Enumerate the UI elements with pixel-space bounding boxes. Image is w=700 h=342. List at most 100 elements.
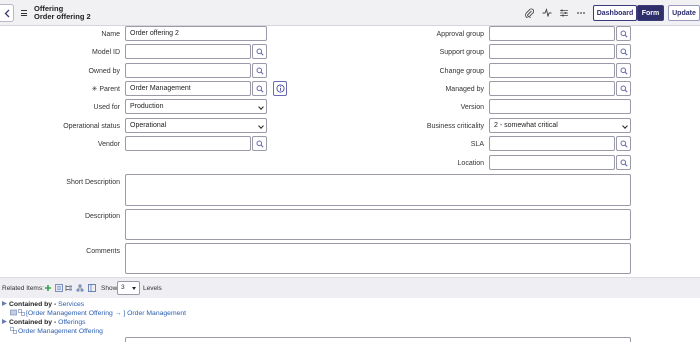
managed-by-lookup-button[interactable] <box>616 81 631 96</box>
change-group-field[interactable] <box>489 63 615 78</box>
chevron-down-icon <box>258 104 264 110</box>
short-description-field[interactable] <box>125 174 631 206</box>
owned-by-lookup-button[interactable] <box>252 63 267 78</box>
vendor-field[interactable] <box>125 136 251 151</box>
short-description-label: Short Description <box>66 179 120 186</box>
sla-field[interactable] <box>489 136 615 151</box>
search-icon <box>256 85 264 93</box>
description-label: Description <box>84 213 120 220</box>
tree-item-offerings: Order Management Offering <box>10 327 103 336</box>
sla-label: SLA <box>470 141 484 148</box>
used-for-select[interactable]: Production <box>125 99 267 114</box>
vendor-label: Vendor <box>97 141 120 148</box>
relationship-icon <box>18 309 25 316</box>
vendor-lookup-button[interactable] <box>252 136 267 151</box>
used-for-label: Used for <box>93 104 120 111</box>
managed-by-label: Managed by <box>445 86 484 93</box>
model-id-label: Model ID <box>91 49 120 56</box>
back-icon <box>4 9 9 17</box>
next-section-box <box>125 337 631 342</box>
search-icon <box>620 85 628 93</box>
search-icon <box>256 48 264 56</box>
operational-status-label: Operational status <box>63 123 120 130</box>
tree-group-services: Contained by - Services <box>1 300 84 309</box>
search-icon <box>620 30 628 38</box>
form-button[interactable]: Form <box>637 5 664 21</box>
search-icon <box>620 48 628 56</box>
hierarchy-icon[interactable] <box>76 284 84 292</box>
parent-label: ✳ Parent <box>91 86 121 93</box>
activity-icon[interactable] <box>542 8 552 18</box>
version-label: Version <box>460 104 484 111</box>
sla-lookup-button[interactable] <box>616 136 631 151</box>
location-field[interactable] <box>489 155 615 170</box>
tree-expand-icon[interactable] <box>1 300 8 307</box>
map-view-icon[interactable] <box>88 284 96 292</box>
owned-by-field[interactable] <box>125 63 251 78</box>
version-field[interactable] <box>489 99 631 114</box>
related-items-bar: Related Items: Show 3 Levels <box>0 277 700 298</box>
form-header: Offering Order offering 2 Dashboard Form… <box>0 0 700 26</box>
update-button[interactable]: Update <box>668 5 700 21</box>
comments-field[interactable] <box>125 243 631 274</box>
chevron-down-icon <box>258 123 264 129</box>
support-group-lookup-button[interactable] <box>616 44 631 59</box>
related-items-label: Related Items: <box>2 285 44 292</box>
location-label: Location <box>457 160 484 167</box>
description-field[interactable] <box>125 209 631 240</box>
more-icon[interactable] <box>576 8 586 18</box>
support-group-field[interactable] <box>489 44 615 59</box>
search-icon <box>620 140 628 148</box>
business-criticality-label: Business criticality <box>426 123 484 130</box>
model-id-field[interactable] <box>125 44 251 59</box>
tree-item-services: [Order Management Offering → ] Order Man… <box>10 309 186 318</box>
name-field[interactable]: Order offering 2 <box>125 26 267 41</box>
search-icon <box>256 67 264 75</box>
ci-node-icon <box>10 309 17 316</box>
model-id-lookup-button[interactable] <box>252 44 267 59</box>
page-title: Offering Order offering 2 <box>34 5 91 21</box>
dashboard-button[interactable]: Dashboard <box>593 5 637 21</box>
levels-select[interactable]: 3 <box>117 281 140 295</box>
order-management-offering-link[interactable]: Order Management Offering <box>18 328 103 335</box>
relationship-icon <box>10 327 17 334</box>
search-icon <box>620 159 628 167</box>
business-criticality-select[interactable]: 2 - somewhat critical <box>489 118 631 133</box>
managed-by-field[interactable] <box>489 81 615 96</box>
owned-by-label: Owned by <box>88 68 120 75</box>
change-group-lookup-button[interactable] <box>616 63 631 78</box>
services-link[interactable]: Services <box>58 301 84 308</box>
show-label: Show <box>101 285 118 292</box>
search-icon <box>620 67 628 75</box>
add-icon[interactable] <box>44 284 52 292</box>
comments-label: Comments <box>86 248 120 255</box>
approval-group-label: Approval group <box>436 31 484 38</box>
list-view-icon[interactable] <box>55 284 63 292</box>
required-marker-icon: ✳ <box>91 86 98 93</box>
operational-status-select[interactable]: Operational <box>125 118 267 133</box>
relations-icon[interactable] <box>65 284 73 292</box>
parent-lookup-button[interactable] <box>252 81 267 96</box>
support-group-label: Support group <box>439 49 484 56</box>
caret-down-icon <box>132 287 136 290</box>
approval-group-lookup-button[interactable] <box>616 26 631 41</box>
parent-info-button[interactable] <box>273 81 287 96</box>
back-button[interactable] <box>0 4 14 22</box>
approval-group-field[interactable] <box>489 26 615 41</box>
search-icon <box>256 140 264 148</box>
hamburger-icon[interactable] <box>21 10 27 16</box>
parent-field[interactable]: Order Management <box>125 81 251 96</box>
tree-group-offerings: Contained by - Offerings <box>1 318 86 327</box>
chevron-down-icon <box>622 123 628 129</box>
location-lookup-button[interactable] <box>616 155 631 170</box>
tree-expand-icon[interactable] <box>1 318 8 325</box>
order-management-item-link[interactable]: [Order Management Offering → ] Order Man… <box>26 310 186 317</box>
record-name: Order offering 2 <box>34 12 91 21</box>
offerings-link[interactable]: Offerings <box>58 319 85 326</box>
name-label: Name <box>101 31 120 38</box>
change-group-label: Change group <box>439 68 484 75</box>
paperclip-icon[interactable] <box>524 8 534 19</box>
info-icon <box>275 84 285 93</box>
settings-sliders-icon[interactable] <box>559 8 569 18</box>
levels-label: Levels <box>143 285 162 292</box>
